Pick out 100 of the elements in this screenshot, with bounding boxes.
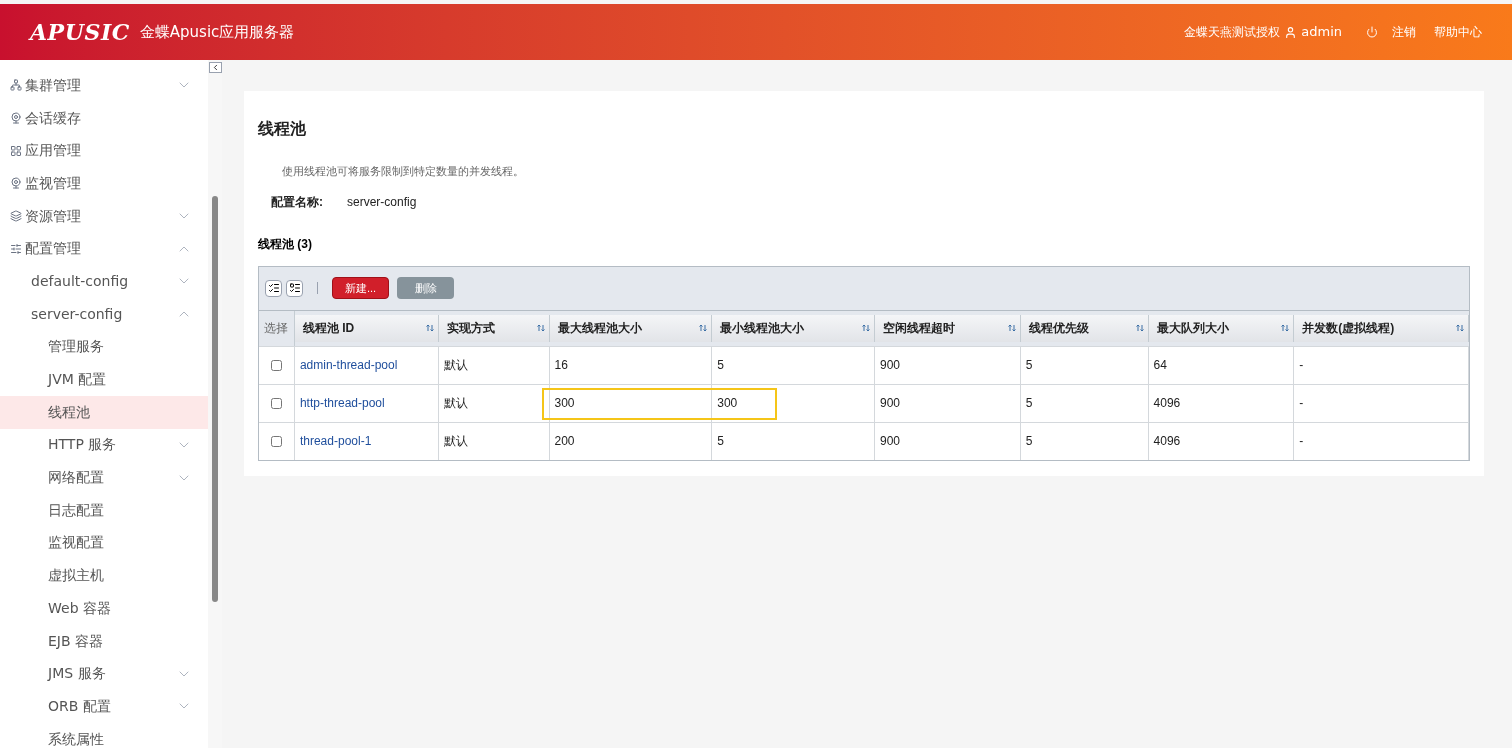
sidebar-label: 配置管理 xyxy=(25,239,81,259)
sidebar-item[interactable]: JMS 服务 xyxy=(0,657,208,691)
sliders-icon xyxy=(10,242,22,255)
webcam-icon xyxy=(10,112,22,125)
sidebar-item[interactable]: 网络配置 xyxy=(0,461,208,494)
table-cell: 默认 xyxy=(438,422,550,460)
sidebar-item[interactable]: JVM 配置 xyxy=(0,363,208,396)
table-cell: - xyxy=(1294,384,1469,422)
column-header[interactable]: 线程优先级 xyxy=(1020,314,1149,342)
sidebar-item[interactable]: 监视配置 xyxy=(0,526,208,560)
table-cell: 16 xyxy=(549,346,713,384)
license-text: 金蝶天燕测试授权 xyxy=(1184,24,1281,41)
sidebar-label: EJB 容器 xyxy=(48,631,104,651)
sidebar-label: server-config xyxy=(31,304,123,324)
column-header[interactable]: 空闲线程超时 xyxy=(875,314,1021,342)
column-header[interactable]: 最小线程池大小 xyxy=(712,314,875,342)
column-header[interactable]: 最大线程池大小 xyxy=(549,314,713,342)
table-cell: 默认 xyxy=(438,384,550,422)
user-icon xyxy=(1284,25,1298,39)
sort-icon[interactable] xyxy=(425,324,434,332)
scrollbar-thumb[interactable] xyxy=(212,196,218,602)
sidebar-label: default-config xyxy=(31,271,129,291)
table-cell: - xyxy=(1294,346,1469,384)
table-cell: 900 xyxy=(875,422,1021,460)
description: 使用线程池可将服务限制到特定数量的并发线程。 xyxy=(282,164,525,179)
column-header[interactable]: 最大队列大小 xyxy=(1148,314,1295,342)
sort-icon[interactable] xyxy=(699,324,708,332)
table-cell: 4096 xyxy=(1148,384,1295,422)
sidebar-item[interactable]: 资源管理 xyxy=(0,199,208,233)
config-label: 配置名称: xyxy=(271,193,324,211)
sidebar-label: JMS 服务 xyxy=(48,664,106,684)
sidebar-item[interactable]: Web 容器 xyxy=(0,592,208,625)
sidebar-label: 监视配置 xyxy=(48,533,104,553)
table-cell: 5 xyxy=(712,346,875,384)
sidebar-item[interactable]: 线程池 xyxy=(0,395,208,429)
user-name: admin xyxy=(1301,23,1342,42)
sidebar-item[interactable]: 管理服务 xyxy=(0,330,208,364)
sidebar-item[interactable]: 会话缓存 xyxy=(0,101,208,135)
sidebar-item[interactable]: ORB 配置 xyxy=(0,690,208,723)
sidebar-item[interactable]: 虚拟主机 xyxy=(0,559,208,592)
table-cell: 300 xyxy=(712,384,875,422)
sidebar-label: 监视管理 xyxy=(25,173,81,193)
sort-icon[interactable] xyxy=(1456,324,1465,332)
sort-icon[interactable] xyxy=(1135,324,1144,332)
sidebar-item[interactable]: HTTP 服务 xyxy=(0,428,208,462)
sidebar-label: 应用管理 xyxy=(25,141,81,161)
table-cell: - xyxy=(1294,422,1469,460)
sort-icon[interactable] xyxy=(1007,324,1016,332)
column-header[interactable]: 线程池 ID xyxy=(294,314,439,342)
sidebar-item[interactable]: 应用管理 xyxy=(0,134,208,168)
sidebar-label: 会话缓存 xyxy=(25,108,81,128)
row-checkbox[interactable] xyxy=(270,359,282,371)
table-cell: 200 xyxy=(549,422,713,460)
sidebar-item[interactable]: default-config xyxy=(0,265,208,298)
sidebar-label: Web 容器 xyxy=(48,598,111,618)
pool-link[interactable]: thread-pool-1 xyxy=(294,422,439,460)
sidebar-item[interactable]: 系统属性 xyxy=(0,722,208,748)
page-title: 线程池 xyxy=(258,118,307,140)
config-value: server-config xyxy=(347,193,417,211)
sidebar-item[interactable]: 配置管理 xyxy=(0,232,208,266)
table-cell: 5 xyxy=(712,422,875,460)
table-cell: 64 xyxy=(1148,346,1295,384)
sidebar-label: ORB 配置 xyxy=(48,696,111,716)
network-icon xyxy=(10,79,22,92)
collapse-button[interactable] xyxy=(208,62,222,73)
pool-link[interactable]: http-thread-pool xyxy=(294,384,439,422)
sidebar-item[interactable]: 监视管理 xyxy=(0,167,208,200)
column-header[interactable]: 实现方式 xyxy=(438,314,550,342)
sidebar-label: 集群管理 xyxy=(25,75,81,95)
table-cell: 5 xyxy=(1020,422,1149,460)
new-button[interactable]: 新建... xyxy=(332,277,390,299)
sidebar-label: 日志配置 xyxy=(48,500,104,520)
sidebar-label: 资源管理 xyxy=(25,206,81,226)
sort-icon[interactable] xyxy=(536,324,545,332)
sidebar-label: JVM 配置 xyxy=(48,370,107,390)
sidebar-label: 虚拟主机 xyxy=(48,566,104,586)
row-checkbox[interactable] xyxy=(270,397,282,409)
column-header[interactable]: 并发数(虚拟线程) xyxy=(1294,314,1470,342)
logo: APUSIC xyxy=(30,17,130,47)
grid-icon xyxy=(10,144,22,157)
table-cell: 5 xyxy=(1020,384,1149,422)
sidebar-item[interactable]: 日志配置 xyxy=(0,493,208,527)
sidebar-item[interactable]: server-config xyxy=(0,297,208,331)
sidebar-item[interactable]: EJB 容器 xyxy=(0,624,208,658)
pool-link[interactable]: admin-thread-pool xyxy=(294,346,439,384)
sidebar-label: HTTP 服务 xyxy=(48,435,117,455)
sort-icon[interactable] xyxy=(1281,324,1290,332)
select-all-button[interactable] xyxy=(265,279,282,297)
row-checkbox[interactable] xyxy=(270,435,282,447)
product-name: 金蝶Apusic应用服务器 xyxy=(139,21,295,43)
sidebar-label: 管理服务 xyxy=(48,337,104,357)
table-cell: 默认 xyxy=(438,346,550,384)
sidebar-item[interactable]: 集群管理 xyxy=(0,69,208,102)
sort-icon[interactable] xyxy=(862,324,870,332)
table-cell: 4096 xyxy=(1148,422,1295,460)
table-cell: 900 xyxy=(875,384,1021,422)
deselect-button[interactable] xyxy=(286,279,303,297)
table-title: 线程池 (3) xyxy=(258,235,313,253)
table-cell: 300 xyxy=(549,384,713,422)
layers-icon xyxy=(10,210,22,223)
